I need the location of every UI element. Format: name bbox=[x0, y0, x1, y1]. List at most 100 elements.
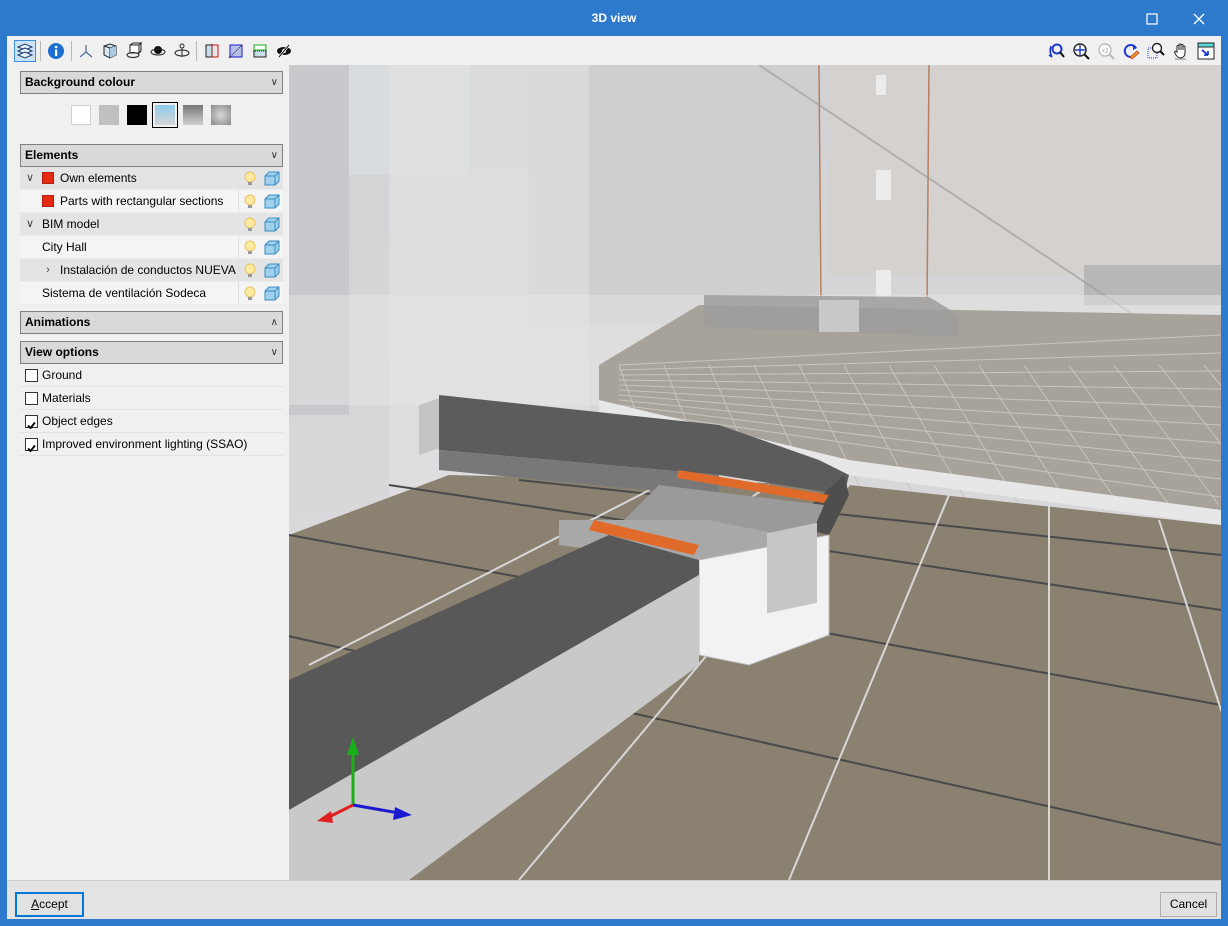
color-swatch[interactable] bbox=[42, 172, 54, 184]
close-icon bbox=[1193, 13, 1205, 25]
zoom-extents-icon bbox=[1073, 43, 1090, 60]
new-window-button[interactable] bbox=[1195, 40, 1217, 62]
transparency-cube-icon[interactable] bbox=[264, 263, 280, 278]
far-duct-fitting bbox=[819, 300, 859, 332]
info-icon bbox=[48, 43, 64, 59]
chevron-up-icon: ∧ bbox=[270, 317, 278, 328]
layers-icon bbox=[16, 43, 34, 59]
visibility-bulb-icon[interactable] bbox=[243, 263, 257, 279]
checkmark-icon bbox=[27, 421, 36, 430]
tree-row[interactable]: City Hall bbox=[20, 236, 283, 259]
accept-button[interactable]: Accept bbox=[15, 892, 84, 917]
color-swatch[interactable] bbox=[42, 195, 54, 207]
chevron-down-icon: ∨ bbox=[270, 347, 278, 358]
cell-divider bbox=[238, 236, 239, 258]
close-button[interactable] bbox=[1177, 6, 1221, 32]
orbit-eye-icon bbox=[150, 46, 166, 56]
hide-button[interactable] bbox=[273, 40, 295, 62]
window-title: 3D view bbox=[591, 11, 637, 25]
axes-view-button[interactable] bbox=[75, 40, 97, 62]
pan-hand-icon bbox=[1173, 43, 1186, 60]
3d-viewport[interactable] bbox=[289, 65, 1221, 880]
orbit-vertical-button[interactable] bbox=[171, 40, 193, 62]
dialog-client-area: x2 Background colour ∨ Elements ∨ ∨ Own … bbox=[7, 36, 1221, 919]
section-title: View options bbox=[25, 345, 99, 359]
checkbox-unchecked[interactable] bbox=[25, 392, 38, 405]
zoom-window-button[interactable] bbox=[1145, 40, 1167, 62]
view-option-label: Object edges bbox=[42, 414, 113, 428]
options-panel: Background colour ∨ Elements ∨ ∨ Own elem… bbox=[7, 65, 289, 880]
visibility-bulb-icon[interactable] bbox=[243, 171, 257, 187]
view-options-header[interactable]: View options ∨ bbox=[20, 341, 283, 364]
clip-plane-diagonal-button[interactable] bbox=[225, 40, 247, 62]
zoom-extents-button[interactable] bbox=[1070, 40, 1092, 62]
pan-button[interactable] bbox=[1170, 40, 1192, 62]
shaded-solid-icon bbox=[103, 43, 117, 59]
chevron-right-icon[interactable]: › bbox=[42, 259, 54, 282]
maximize-button[interactable] bbox=[1130, 6, 1174, 32]
hide-icon bbox=[277, 44, 291, 58]
transparency-cube-icon[interactable] bbox=[264, 194, 280, 209]
tree-row-label: BIM model bbox=[42, 217, 100, 231]
orbit-eye-button[interactable] bbox=[147, 40, 169, 62]
3d-scene[interactable] bbox=[289, 65, 1221, 880]
tree-row-label: Sistema de ventilación Sodeca bbox=[42, 286, 207, 300]
cell-divider bbox=[238, 167, 239, 189]
maximize-icon bbox=[1146, 13, 1158, 25]
view-option-object-edges[interactable]: Object edges bbox=[20, 410, 283, 433]
view-option-ground[interactable]: Ground bbox=[20, 364, 283, 387]
zoom-x2-button[interactable]: x2 bbox=[1095, 40, 1117, 62]
swatch-grey-gradient[interactable] bbox=[183, 105, 203, 125]
background-colour-header[interactable]: Background colour ∨ bbox=[20, 71, 283, 94]
cancel-button[interactable]: Cancel bbox=[1160, 892, 1217, 917]
view-option-materials[interactable]: Materials bbox=[20, 387, 283, 410]
solid-view-button[interactable] bbox=[99, 40, 121, 62]
redraw-button[interactable] bbox=[1120, 40, 1142, 62]
checkbox-checked[interactable] bbox=[25, 438, 38, 453]
chevron-down-icon[interactable]: ∨ bbox=[24, 213, 36, 236]
checkbox-unchecked[interactable] bbox=[25, 369, 38, 382]
visibility-bulb-icon[interactable] bbox=[243, 194, 257, 210]
swatch-radial-grey[interactable] bbox=[211, 105, 231, 125]
view-option-improved-environment-lighting-ssao[interactable]: Improved environment lighting (SSAO) bbox=[20, 433, 283, 456]
tree-row-label: Instalación de conductos NUEVA bbox=[60, 263, 236, 277]
tree-row[interactable]: ∨ Own elements bbox=[20, 167, 283, 190]
visibility-bulb-icon[interactable] bbox=[243, 217, 257, 233]
chevron-down-icon[interactable]: ∨ bbox=[24, 167, 36, 190]
animations-header[interactable]: Animations ∧ bbox=[20, 311, 283, 334]
accept-label: ccept bbox=[39, 897, 68, 911]
checkbox-checked[interactable] bbox=[25, 415, 38, 430]
transparency-cube-icon[interactable] bbox=[264, 171, 280, 186]
visibility-bulb-icon[interactable] bbox=[243, 240, 257, 256]
elements-header[interactable]: Elements ∨ bbox=[20, 144, 283, 167]
swatch-white[interactable] bbox=[71, 105, 91, 125]
tree-row[interactable]: Parts with rectangular sections bbox=[20, 190, 283, 213]
transparency-cube-icon[interactable] bbox=[264, 240, 280, 255]
clip-plane-x-button[interactable] bbox=[201, 40, 223, 62]
tree-row[interactable]: › Instalación de conductos NUEVA bbox=[20, 259, 283, 282]
redraw-icon bbox=[1123, 44, 1140, 60]
transparency-cube-icon[interactable] bbox=[264, 217, 280, 232]
cell-divider bbox=[238, 213, 239, 235]
previous-view-icon bbox=[1048, 43, 1065, 58]
tree-row[interactable]: ∨ BIM model bbox=[20, 213, 283, 236]
clip-plane-y-button[interactable] bbox=[249, 40, 271, 62]
transparency-cube-icon[interactable] bbox=[264, 286, 280, 301]
swatch-black[interactable] bbox=[127, 105, 147, 125]
previous-view-button[interactable] bbox=[1045, 40, 1067, 62]
axes-icon bbox=[79, 45, 93, 58]
orbit-object-icon bbox=[126, 42, 143, 58]
visibility-bulb-icon[interactable] bbox=[243, 286, 257, 302]
tree-row-label: Parts with rectangular sections bbox=[60, 194, 224, 208]
toolbar-separator bbox=[40, 41, 41, 61]
info-button[interactable] bbox=[45, 40, 67, 62]
title-bar[interactable]: 3D view bbox=[0, 0, 1228, 36]
toolbar-separator bbox=[71, 41, 72, 61]
wall-opening bbox=[876, 75, 886, 95]
tree-row[interactable]: Sistema de ventilación Sodeca bbox=[20, 282, 283, 305]
orbit-object-button[interactable] bbox=[123, 40, 145, 62]
checkmark-icon bbox=[27, 444, 36, 453]
swatch-sky-gradient[interactable] bbox=[152, 102, 178, 128]
swatch-light-grey[interactable] bbox=[99, 105, 119, 125]
panel-toggle-button[interactable] bbox=[14, 40, 36, 62]
